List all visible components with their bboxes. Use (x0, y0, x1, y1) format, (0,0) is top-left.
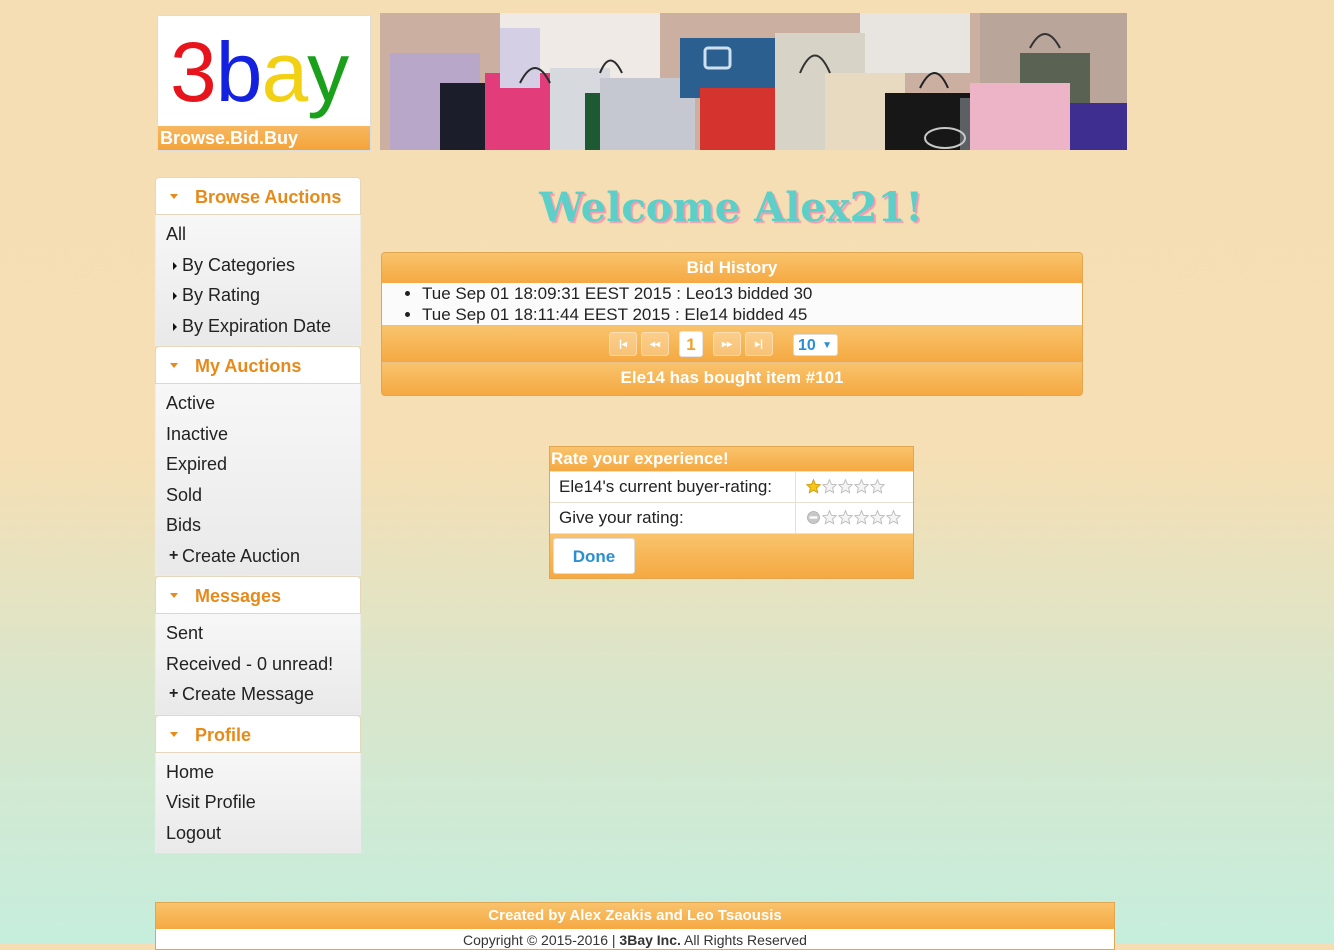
sidebar-item-bids[interactable]: Bids (156, 510, 360, 541)
last-page-button[interactable]: ▸| (745, 332, 773, 356)
plus-icon: + (169, 546, 179, 564)
sidebar-item-label: Create Auction (182, 545, 301, 566)
sidebar-item-inactive[interactable]: Inactive (156, 419, 360, 450)
messages-header[interactable]: Messages (155, 576, 361, 614)
messages-menu: Sent Received - 0 unread! + Create Messag… (155, 614, 361, 715)
clear-rating-icon[interactable] (806, 510, 821, 525)
page-size-select[interactable]: 10 ▼ (793, 334, 838, 356)
logo-letter-3: a (261, 25, 308, 119)
logo[interactable]: 3bay Browse.Bid.Buy (157, 15, 371, 151)
dropdown-arrow-icon: ▼ (822, 340, 832, 351)
sidebar-item-logout[interactable]: Logout (156, 818, 360, 849)
star-empty-icon (870, 479, 885, 494)
sidebar-item-label: By Rating (182, 285, 261, 305)
sidebar-item-by-rating[interactable]: By Rating (156, 280, 360, 311)
chevron-down-icon (170, 731, 178, 737)
sidebar-item-create-message[interactable]: + Create Message (156, 679, 360, 710)
first-page-button[interactable]: |◂ (609, 332, 637, 356)
sidebar-item-home[interactable]: Home (156, 757, 360, 788)
sidebar-item-by-categories[interactable]: By Categories (156, 250, 360, 281)
sidebar-item-label: By Categories (182, 254, 296, 275)
give-rating-row: Give your rating: (550, 502, 913, 533)
purchase-status: Ele14 has bought item #101 (382, 362, 1082, 395)
sidebar-item-all[interactable]: All (156, 219, 360, 250)
chevron-down-icon (170, 593, 178, 598)
logo-letter-2: b (215, 25, 263, 119)
logo-letter-4: y (307, 25, 349, 119)
sidebar-item-received[interactable]: Received - 0 unread! (156, 649, 360, 680)
star-empty-icon[interactable] (838, 510, 853, 525)
logo-text: 3bay (170, 25, 349, 119)
page-size-value: 10 (798, 337, 816, 354)
tagline: Browse.Bid.Buy (158, 126, 370, 150)
profile-header[interactable]: Profile (155, 714, 361, 753)
give-rating-label: Give your rating: (550, 503, 796, 533)
current-page[interactable]: 1 (679, 331, 703, 357)
sidebar-item-sent[interactable]: Sent (156, 618, 360, 649)
section-title: Browse Auctions (195, 187, 342, 207)
sidebar-item-create-auction[interactable]: + Create Auction (156, 541, 360, 572)
caret-right-icon (173, 261, 177, 270)
sidebar-item-label: By Expiration Date (182, 315, 332, 336)
profile-menu: Home Visit Profile Logout (155, 752, 361, 853)
star-empty-icon[interactable] (854, 510, 869, 525)
rating-actions: Done (550, 533, 913, 578)
copyright: Copyright © 2015-2016 | 3Bay Inc. All Ri… (156, 929, 1114, 949)
give-rating-stars[interactable] (796, 503, 913, 533)
plus-icon: + (169, 685, 179, 702)
sidebar-item-label: Create Message (182, 684, 315, 704)
copyright-suffix: All Rights Reserved (680, 932, 807, 948)
done-button[interactable]: Done (553, 538, 635, 574)
prev-page-button[interactable]: ◂◂ (641, 332, 669, 356)
star-empty-icon (822, 479, 837, 494)
sidebar-item-by-expiration-date[interactable]: By Expiration Date (156, 311, 360, 342)
list-item: Tue Sep 01 18:11:44 EEST 2015 : Ele14 bi… (422, 304, 1082, 325)
star-empty-icon (854, 479, 869, 494)
rating-panel: Rate your experience! Ele14's current bu… (549, 446, 914, 579)
star-empty-icon[interactable] (822, 510, 837, 525)
star-filled-icon (806, 479, 821, 494)
sidebar-item-active[interactable]: Active (156, 388, 360, 419)
section-title: My Auctions (195, 356, 302, 376)
browse-auctions-menu: All By Categories By Rating By Expiratio… (155, 215, 361, 346)
sidebar-item-expired[interactable]: Expired (156, 449, 360, 480)
sidebar-item-visit-profile[interactable]: Visit Profile (156, 787, 360, 818)
caret-right-icon (173, 322, 177, 331)
section-title: Messages (195, 586, 282, 606)
copyright-prefix: Copyright © 2015-2016 | (463, 932, 620, 948)
caret-right-icon (173, 292, 177, 300)
rating-title: Rate your experience! (550, 447, 913, 471)
current-rating-label: Ele14's current buyer-rating: (550, 472, 796, 502)
star-empty-icon[interactable] (870, 510, 885, 525)
bid-history-title: Bid History (382, 253, 1082, 283)
list-item: Tue Sep 01 18:09:31 EEST 2015 : Leo13 bi… (422, 283, 1082, 304)
pager: |◂ ◂◂ 1 ▸▸ ▸| 10 ▼ (382, 325, 1082, 362)
star-empty-icon[interactable] (886, 510, 901, 525)
credits: Created by Alex Zeakis and Leo Tsaousis (156, 903, 1114, 929)
sidebar-item-sold[interactable]: Sold (156, 480, 360, 511)
banner-image (380, 13, 1127, 150)
shopping-bags-banner (380, 13, 1127, 150)
section-title: Profile (195, 724, 252, 745)
star-empty-icon (838, 479, 853, 494)
welcome-heading: Welcome Alex21! (539, 184, 923, 231)
chevron-down-icon (170, 194, 178, 199)
company-name: 3Bay Inc. (619, 932, 681, 948)
my-auctions-header[interactable]: My Auctions (155, 346, 361, 384)
browse-auctions-header[interactable]: Browse Auctions (155, 177, 361, 215)
current-rating-row: Ele14's current buyer-rating: (550, 471, 913, 502)
logo-letter-1: 3 (170, 25, 217, 119)
my-auctions-menu: Active Inactive Expired Sold Bids + Creat… (155, 384, 361, 576)
next-page-button[interactable]: ▸▸ (713, 332, 741, 356)
bid-history-list: Tue Sep 01 18:09:31 EEST 2015 : Leo13 bi… (382, 283, 1082, 325)
current-rating-stars (796, 472, 913, 502)
chevron-down-icon (170, 363, 178, 368)
sidebar: Browse Auctions All By Categories By Rat… (155, 177, 361, 853)
bid-history-panel: Bid History Tue Sep 01 18:09:31 EEST 201… (381, 252, 1083, 396)
